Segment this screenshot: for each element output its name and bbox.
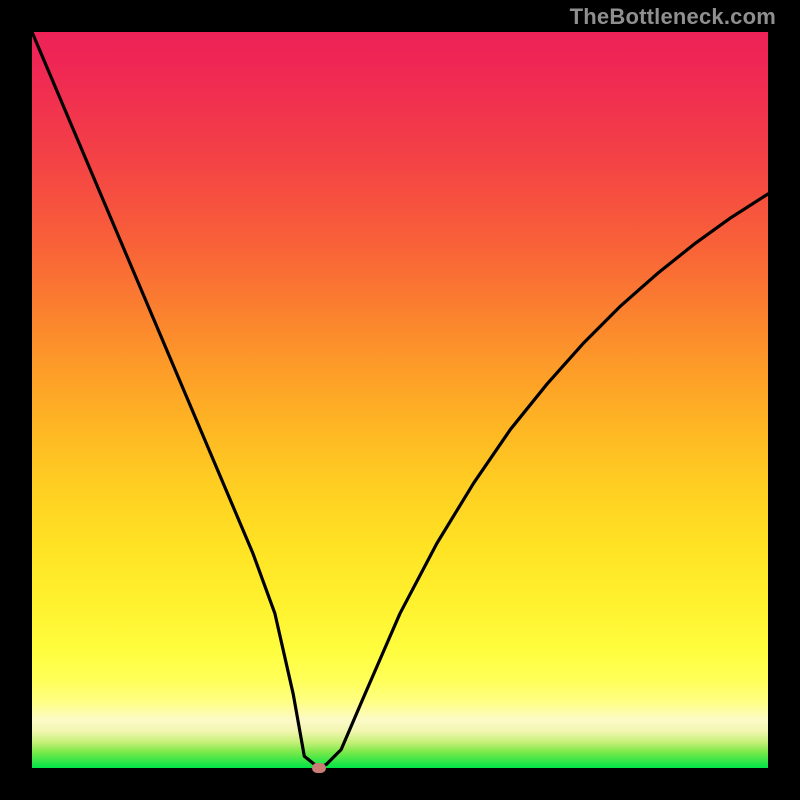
chart-frame: TheBottleneck.com [0,0,800,800]
bottleneck-curve [32,32,768,768]
optimal-point-marker [312,763,326,773]
watermark-text: TheBottleneck.com [570,4,776,30]
curve-path [32,32,768,768]
plot-area [32,32,768,768]
